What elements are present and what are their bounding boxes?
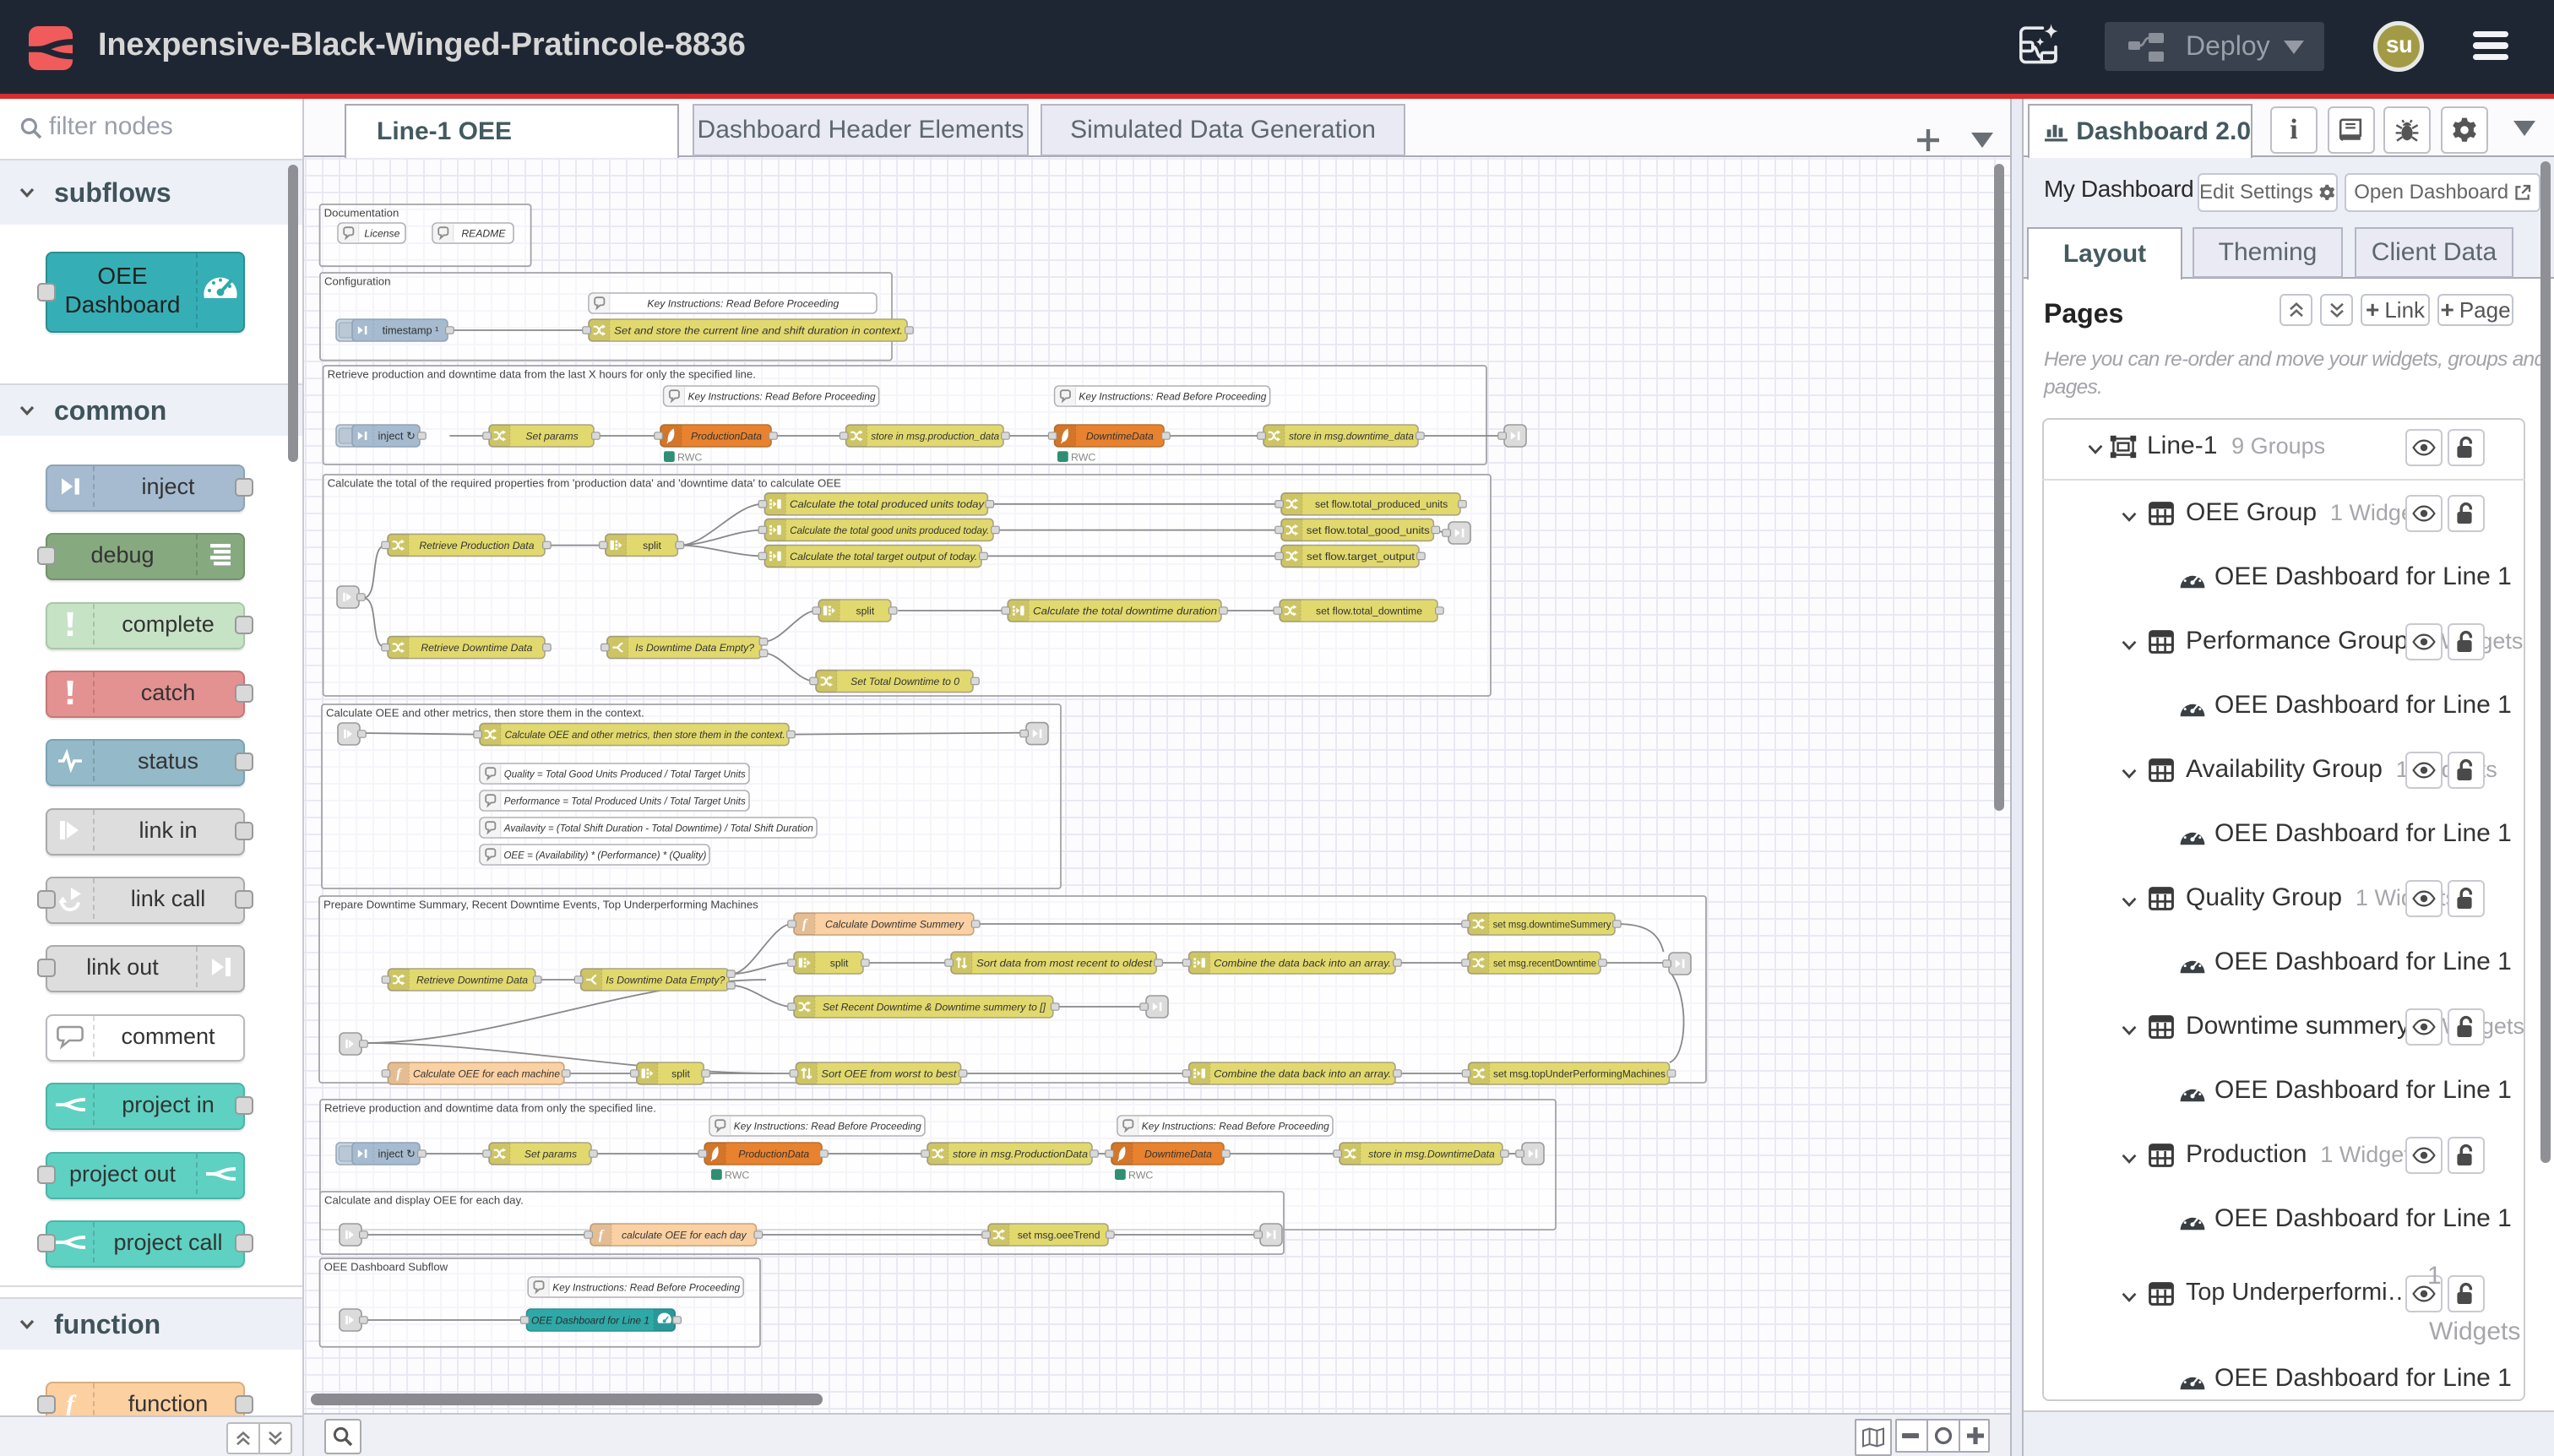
svg-text:Availavity = (Total Shift Dura: Availavity = (Total Shift Duration - Tot…: [503, 822, 813, 834]
svg-text:store in msg.ProductionData: store in msg.ProductionData: [953, 1148, 1088, 1160]
svg-text:split: split: [671, 1068, 690, 1079]
svg-text:Calculate the total target out: Calculate the total target output of tod…: [790, 551, 977, 562]
svg-text:Calculate the total downtime d: Calculate the total downtime duration: [1033, 605, 1217, 617]
svg-text:Key Instructions: Read Before: Key Instructions: Read Before Proceeding: [647, 297, 839, 309]
svg-text:store in msg.downtime_data: store in msg.downtime_data: [1289, 430, 1414, 442]
svg-text:Retrieve Production Data: Retrieve Production Data: [419, 540, 534, 551]
svg-text:Retrieve production and downti: Retrieve production and downtime data fr…: [328, 367, 756, 380]
svg-text:OEE Dashboard for Line 1: OEE Dashboard for Line 1: [531, 1314, 649, 1326]
svg-text:Quality = Total Good Units Pro: Quality = Total Good Units Produced / To…: [504, 768, 746, 780]
svg-text:set msg.downtimeSummery: set msg.downtimeSummery: [1493, 918, 1612, 930]
svg-text:Calculate OEE for each machine: Calculate OEE for each machine: [413, 1068, 560, 1079]
svg-text:Retrieve Downtime Data: Retrieve Downtime Data: [416, 974, 528, 986]
svg-text:DowntimeData: DowntimeData: [1144, 1148, 1212, 1160]
svg-text:ProductionData: ProductionData: [691, 430, 762, 442]
svg-text:Is Downtime Data Empty?: Is Downtime Data Empty?: [606, 974, 725, 986]
svg-text:Calculate the total of the req: Calculate the total of the required prop…: [328, 476, 841, 489]
svg-text:Calculate OEE and other metric: Calculate OEE and other metrics, then st…: [326, 706, 644, 719]
svg-text:inject ↻: inject ↻: [378, 429, 416, 442]
svg-text:Performance = Total Produced U: Performance = Total Produced Units / Tot…: [504, 795, 746, 807]
svg-text:RWC: RWC: [1071, 451, 1095, 463]
svg-text:Calculate Downtime Summery: Calculate Downtime Summery: [825, 918, 965, 930]
svg-text:README: README: [461, 227, 506, 239]
svg-text:DowntimeData: DowntimeData: [1086, 430, 1154, 442]
svg-text:Retrieve Downtime Data: Retrieve Downtime Data: [421, 642, 532, 654]
svg-text:timestamp ¹: timestamp ¹: [383, 323, 439, 336]
svg-text:Calculate and display OEE for: Calculate and display OEE for each day.: [324, 1193, 524, 1206]
svg-text:Retrieve production and downti: Retrieve production and downtime data fr…: [324, 1101, 656, 1114]
svg-text:set msg.topUnderPerformingMach: set msg.topUnderPerformingMachines: [1493, 1068, 1666, 1079]
svg-text:Combine the data back into an: Combine the data back into an array.: [1214, 957, 1391, 969]
svg-text:Calculate the total produced u: Calculate the total produced units today: [790, 498, 985, 510]
svg-text:ProductionData: ProductionData: [738, 1148, 809, 1160]
svg-text:calculate OEE for each day: calculate OEE for each day: [622, 1229, 747, 1241]
svg-text:store in msg.production_data: store in msg.production_data: [871, 430, 999, 442]
svg-text:Key Instructions: Read Before: Key Instructions: Read Before Proceeding: [1142, 1120, 1329, 1132]
svg-text:Sort data from most recent to: Sort data from most recent to oldest: [976, 957, 1153, 969]
svg-text:set flow.total_produced_units: set flow.total_produced_units: [1315, 498, 1448, 510]
svg-text:Configuration: Configuration: [324, 274, 390, 287]
svg-text:f: f: [66, 1390, 77, 1418]
svg-text:set msg.oeeTrend: set msg.oeeTrend: [1018, 1229, 1100, 1241]
svg-text:Key Instructions: Read Before: Key Instructions: Read Before Proceeding: [688, 390, 876, 402]
svg-text:Documentation: Documentation: [324, 206, 399, 219]
svg-text:Combine the data back into an: Combine the data back into an array.: [1214, 1068, 1391, 1079]
svg-text:Key Instructions: Read Before: Key Instructions: Read Before Proceeding: [1079, 390, 1266, 402]
svg-text:Set params: Set params: [524, 1148, 577, 1160]
svg-text:Prepare Downtime Summary, Rece: Prepare Downtime Summary, Recent Downtim…: [323, 898, 758, 910]
svg-text:set flow.total_good_units: set flow.total_good_units: [1307, 524, 1430, 536]
svg-text:License: License: [364, 227, 399, 239]
svg-text:Is Downtime Data Empty?: Is Downtime Data Empty?: [635, 642, 754, 654]
svg-text:OEE = (Availability) * (Perfor: OEE = (Availability) * (Performance) * (…: [503, 849, 706, 861]
svg-text:Sort OEE from worst to best: Sort OEE from worst to best: [821, 1068, 957, 1079]
svg-text:Calculate OEE and other metric: Calculate OEE and other metrics, then st…: [505, 729, 785, 741]
svg-text:store in msg.DowntimeData: store in msg.DowntimeData: [1368, 1148, 1495, 1160]
svg-text:Set Recent Downtime & Downtime: Set Recent Downtime & Downtime summery t…: [823, 1001, 1046, 1013]
svg-text:Set params: Set params: [525, 430, 578, 442]
svg-text:RWC: RWC: [1128, 1169, 1153, 1181]
svg-text:split: split: [830, 957, 849, 969]
svg-text:OEE Dashboard Subflow: OEE Dashboard Subflow: [324, 1260, 448, 1273]
svg-text:Set Total Downtime to 0: Set Total Downtime to 0: [850, 676, 959, 687]
svg-text:Calculate the total good units: Calculate the total good units produced …: [790, 524, 989, 536]
svg-text:inject ↻: inject ↻: [378, 1147, 416, 1160]
svg-text:set msg.recentDowntime: set msg.recentDowntime: [1493, 957, 1596, 969]
svg-text:RWC: RWC: [677, 451, 702, 463]
svg-text:split: split: [643, 540, 661, 551]
svg-text:set flow.target_output: set flow.target_output: [1307, 551, 1416, 562]
svg-text:Key Instructions: Read Before: Key Instructions: Read Before Proceeding: [734, 1120, 921, 1132]
svg-text:RWC: RWC: [725, 1169, 749, 1181]
svg-text:Set and store the current line: Set and store the current line and shift…: [614, 324, 903, 336]
svg-text:Key Instructions: Read Before: Key Instructions: Read Before Proceeding: [552, 1281, 740, 1293]
svg-text:set flow.total_downtime: set flow.total_downtime: [1316, 605, 1422, 617]
svg-text:split: split: [856, 605, 875, 617]
